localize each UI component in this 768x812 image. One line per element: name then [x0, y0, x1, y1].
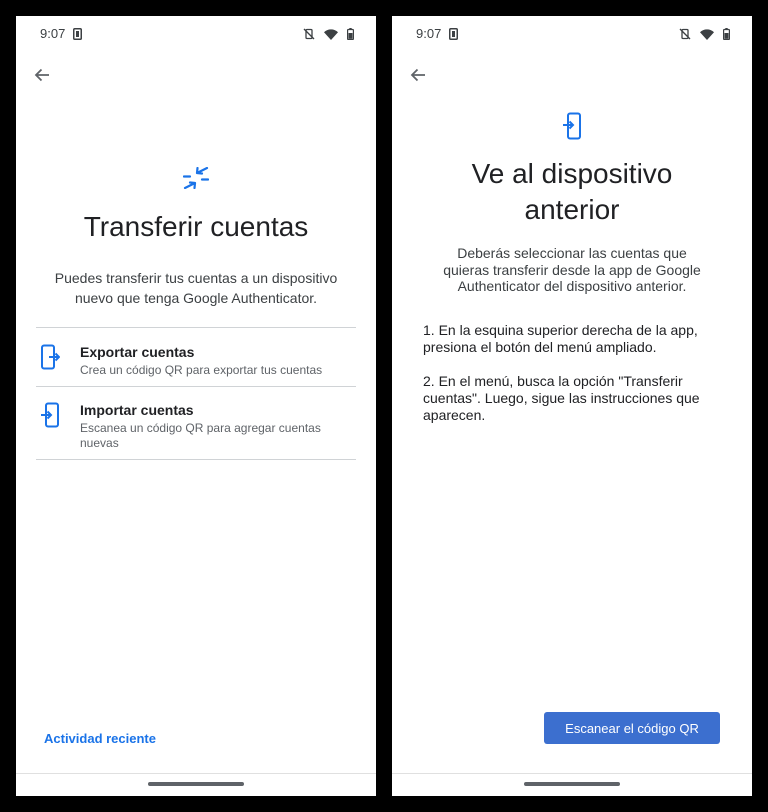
import-accounts-subtitle: Escanea un código QR para agregar cuenta…: [80, 421, 321, 450]
export-accounts-title: Exportar cuentas: [80, 344, 195, 360]
transfer-arrows-icon: [16, 167, 376, 189]
step-2: 2. En el menú, busca la opción "Transfer…: [423, 373, 700, 423]
arrow-back-icon: [34, 67, 50, 88]
recent-activity-link[interactable]: Actividad reciente: [44, 731, 156, 746]
instruction-steps: 1. En la esquina superior derecha de la …: [423, 322, 722, 441]
phone-import-icon: [392, 112, 752, 140]
battery-icon: [723, 27, 731, 45]
transfer-options-list: Exportar cuentas Crea un código QR para …: [36, 327, 356, 460]
status-time: 9:07: [416, 26, 442, 41]
vibrate-off-icon: [303, 27, 315, 45]
status-time: 9:07: [40, 26, 66, 41]
page-title: Ve al dispositivo anterior: [392, 156, 752, 228]
screen-transfer-accounts: 9:07 Transferir cuentas Puedes transferi…: [16, 16, 376, 796]
status-icons: [303, 27, 355, 45]
vibrate-off-icon: [679, 27, 691, 45]
status-bar: 9:07: [16, 16, 376, 50]
export-accounts-subtitle: Crea un código QR para exportar tus cuen…: [80, 363, 323, 377]
import-accounts-item[interactable]: Importar cuentas Escanea un código QR pa…: [36, 387, 356, 459]
description: Puedes transferir tus cuentas a un dispo…: [54, 270, 338, 306]
battery-icon: [347, 27, 355, 45]
arrow-back-icon: [410, 67, 426, 88]
description: Deberás seleccionar las cuentas que quie…: [443, 245, 701, 294]
battery-saver-icon: [449, 27, 458, 45]
navigation-bar: [392, 773, 752, 796]
scan-qr-button[interactable]: Escanear el código QR: [544, 712, 720, 744]
divider: [36, 459, 356, 460]
phone-export-icon: [36, 344, 80, 370]
wifi-icon: [324, 27, 338, 45]
status-bar: 9:07: [392, 16, 752, 50]
status-icons: [679, 27, 731, 45]
battery-saver-icon: [73, 27, 82, 45]
home-handle[interactable]: [148, 782, 244, 786]
export-accounts-item[interactable]: Exportar cuentas Crea un código QR para …: [36, 328, 356, 386]
back-button[interactable]: [406, 65, 430, 89]
page-title: Transferir cuentas: [83, 211, 309, 242]
navigation-bar: [16, 773, 376, 796]
step-1: 1. En la esquina superior derecha de la …: [423, 322, 698, 355]
back-button[interactable]: [30, 65, 54, 89]
import-accounts-title: Importar cuentas: [80, 402, 194, 418]
phone-import-icon: [36, 402, 80, 428]
page-title-line-2: anterior: [524, 194, 620, 225]
screen-go-to-old-device: 9:07 Ve al dispositivo anterior Deberás …: [392, 16, 752, 796]
page-title-line-1: Ve al dispositivo: [471, 158, 673, 189]
home-handle[interactable]: [524, 782, 620, 786]
wifi-icon: [700, 27, 714, 45]
